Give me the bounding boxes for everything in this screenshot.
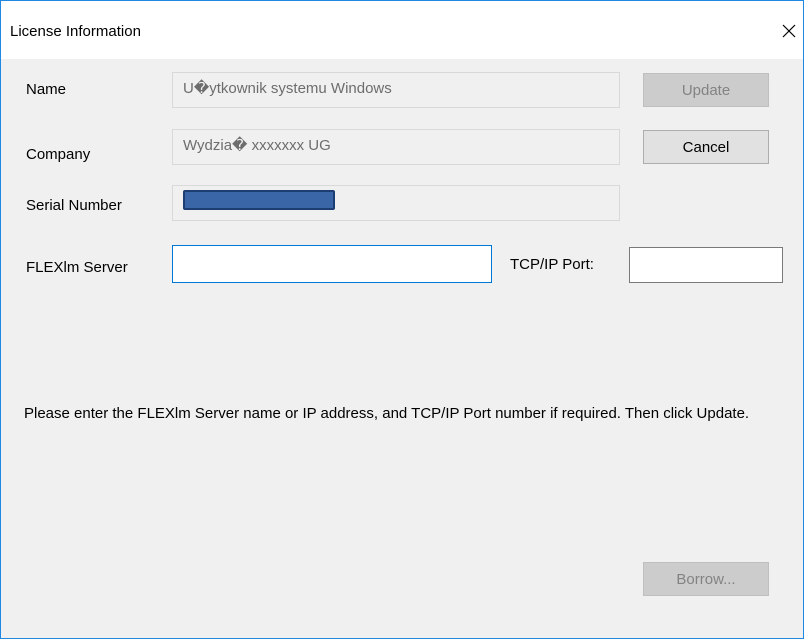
company-field: Wydzia� xxxxxxx UG: [172, 129, 620, 165]
cancel-button[interactable]: Cancel: [643, 130, 769, 164]
name-label: Name: [26, 81, 67, 98]
company-label: Company: [26, 146, 91, 163]
tcp-ip-port-label: TCP/IP Port:: [510, 256, 594, 273]
serial-number-label: Serial Number: [26, 197, 122, 214]
close-button[interactable]: [775, 15, 803, 47]
flexlm-server-label: FLEXlm Server: [26, 259, 128, 276]
license-dialog: License Information Name U�ytkownik syst…: [0, 0, 804, 639]
tcp-ip-port-input[interactable]: [629, 247, 783, 283]
flexlm-server-input[interactable]: [172, 245, 492, 283]
borrow-button: Borrow...: [643, 562, 769, 596]
name-field: U�ytkownik systemu Windows: [172, 72, 620, 108]
update-button: Update: [643, 73, 769, 107]
instruction-message: Please enter the FLEXlm Server name or I…: [24, 405, 750, 422]
close-icon: [782, 24, 796, 38]
window-title: License Information: [10, 23, 141, 40]
redaction-bar: [183, 190, 335, 210]
title-bar: License Information: [1, 1, 803, 59]
